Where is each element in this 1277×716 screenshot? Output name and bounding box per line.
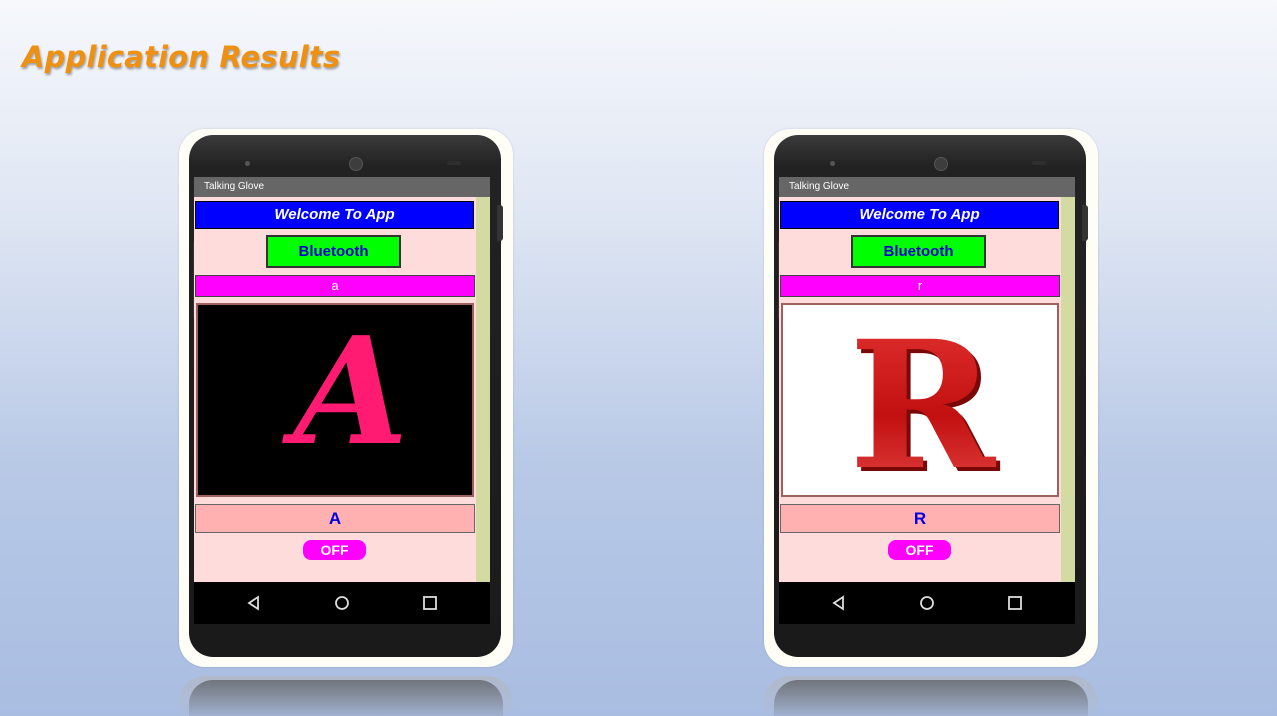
phone-reflection-right xyxy=(764,676,1098,716)
letter-r-image: R R xyxy=(783,305,1057,495)
welcome-label: Welcome To App xyxy=(195,201,474,229)
proximity-sensor xyxy=(1032,161,1046,165)
phone-mockup-left: Talking Glove Welcome To App Bluetooth a… xyxy=(179,129,513,667)
volume-button xyxy=(1082,205,1088,241)
home-circle-icon[interactable] xyxy=(331,593,353,613)
bluetooth-button[interactable]: Bluetooth xyxy=(266,235,401,268)
front-camera xyxy=(934,157,948,171)
off-button[interactable]: OFF xyxy=(888,540,951,560)
letter-image: A xyxy=(196,303,474,497)
speaker-dot xyxy=(245,161,250,166)
phone-mockup-right: Talking Glove Welcome To App Bluetooth r… xyxy=(764,129,1098,667)
app-content: Welcome To App Bluetooth r R R R OFF xyxy=(779,197,1061,582)
front-camera xyxy=(349,157,363,171)
image-letter-glyph: A xyxy=(282,305,409,478)
received-char-label: r xyxy=(780,275,1060,297)
image-letter-glyph: R xyxy=(849,305,997,495)
phone-screen: Talking Glove Welcome To App Bluetooth r… xyxy=(779,177,1075,624)
phone-reflection-left xyxy=(179,676,513,716)
letter-output-label: R xyxy=(780,504,1060,533)
recent-square-icon[interactable] xyxy=(419,593,441,613)
back-triangle-icon[interactable] xyxy=(828,593,850,613)
recent-square-icon[interactable] xyxy=(1004,593,1026,613)
app-content: Welcome To App Bluetooth a A A OFF xyxy=(194,197,476,582)
home-circle-icon[interactable] xyxy=(916,593,938,613)
scroll-strip xyxy=(1061,197,1075,582)
android-nav-bar xyxy=(779,582,1075,624)
slide-title: Application Results xyxy=(22,40,341,74)
received-char-label: a xyxy=(195,275,475,297)
app-title-bar: Talking Glove xyxy=(194,177,490,197)
app-title-bar: Talking Glove xyxy=(779,177,1075,197)
letter-a-image: A xyxy=(198,305,472,495)
off-button[interactable]: OFF xyxy=(303,540,366,560)
welcome-label: Welcome To App xyxy=(780,201,1059,229)
scroll-strip xyxy=(476,197,490,582)
volume-button xyxy=(497,205,503,241)
letter-output-label: A xyxy=(195,504,475,533)
speaker-dot xyxy=(830,161,835,166)
phone-screen: Talking Glove Welcome To App Bluetooth a… xyxy=(194,177,490,624)
back-triangle-icon[interactable] xyxy=(243,593,265,613)
android-nav-bar xyxy=(194,582,490,624)
letter-image: R R xyxy=(781,303,1059,497)
proximity-sensor xyxy=(447,161,461,165)
bluetooth-button[interactable]: Bluetooth xyxy=(851,235,986,268)
